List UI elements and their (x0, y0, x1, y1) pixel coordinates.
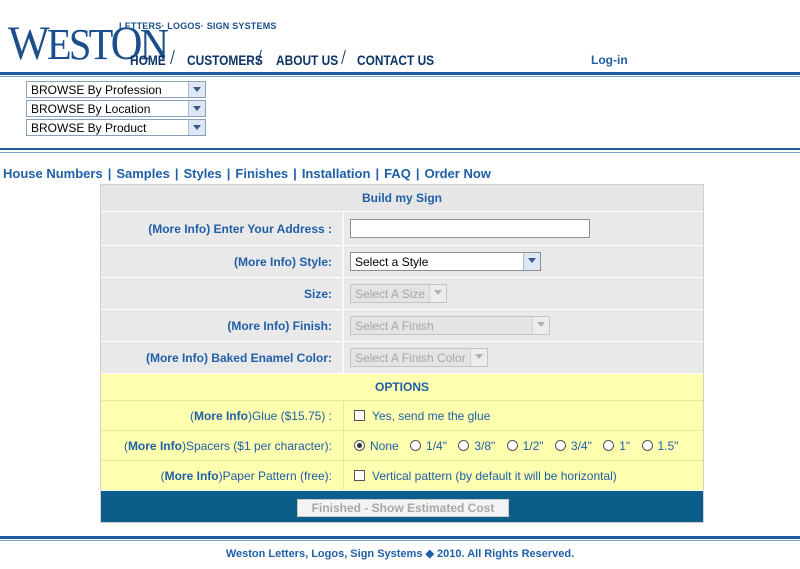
login-link[interactable]: Log-in (591, 53, 628, 67)
radio-icon (641, 440, 653, 451)
radio-icon (410, 440, 422, 451)
footer-rule-thin (0, 540, 800, 541)
form-action-bar: Finished - Show Estimated Cost (101, 491, 703, 522)
pattern-more-info-link[interactable]: More Info (165, 469, 219, 483)
glue-checkbox[interactable] (354, 410, 365, 421)
link-house-numbers[interactable]: House Numbers (3, 166, 103, 181)
header-rule-thin (0, 76, 800, 77)
chevron-down-icon (470, 349, 487, 366)
show-estimated-cost-button[interactable]: Finished - Show Estimated Cost (297, 499, 509, 517)
build-sign-form: Build my Sign (More Info) Enter Your Add… (100, 184, 704, 523)
nav-about-us[interactable]: ABOUT US (276, 52, 338, 68)
glue-label: (More Info) Glue ($15.75) : (189, 408, 332, 423)
form-title: Build my Sign (361, 191, 442, 205)
nav-separator (341, 50, 346, 64)
radio-selected-icon (354, 440, 365, 451)
browse-product-select[interactable]: BROWSE By Product (26, 119, 206, 136)
size-row: Size: Select A Size (101, 278, 703, 310)
style-row: (More Info) Style: Select a Style (101, 246, 703, 278)
link-finishes[interactable]: Finishes (235, 166, 288, 181)
spacer-option-one-and-half[interactable]: 1.5" (641, 439, 678, 453)
spacer-option-quarter[interactable]: 1/4" (410, 439, 447, 453)
spacers-label: (More Info) Spacers ($1 per character): (123, 438, 332, 453)
link-order-now[interactable]: Order Now (424, 166, 490, 181)
footer-rule (0, 536, 800, 539)
size-select[interactable]: Select A Size (350, 284, 447, 303)
nav-home[interactable]: HOME (130, 52, 166, 68)
options-title-row: OPTIONS (101, 374, 703, 401)
nav-separator (170, 50, 175, 64)
address-row: (More Info) Enter Your Address : (101, 212, 703, 246)
glue-row: (More Info) Glue ($15.75) : Yes, send me… (101, 401, 703, 431)
chevron-down-icon (188, 120, 205, 135)
pattern-checkbox[interactable] (354, 470, 365, 481)
product-links: House Numbers | Samples | Styles | Finishes | In… (3, 166, 491, 181)
spacers-more-info-link[interactable]: More Info (128, 439, 182, 453)
glue-more-info-link[interactable]: More Info (194, 409, 248, 423)
style-select[interactable]: Select a Style (350, 252, 541, 271)
nav-customers[interactable]: CUSTOMERS (187, 52, 263, 68)
radio-icon (506, 440, 518, 451)
radio-icon (458, 440, 470, 451)
link-styles[interactable]: Styles (183, 166, 221, 181)
address-input[interactable] (350, 219, 590, 238)
spacer-option-three-quarters[interactable]: 3/4" (554, 439, 592, 453)
chevron-down-icon (188, 82, 205, 97)
finish-label[interactable]: (More Info) Finish: (101, 310, 342, 341)
radio-icon (554, 440, 566, 451)
link-faq[interactable]: FAQ (384, 166, 411, 181)
address-label[interactable]: (More Info) Enter Your Address : (101, 212, 342, 245)
radio-icon (603, 440, 615, 451)
spacer-option-one-inch[interactable]: 1" (603, 439, 630, 453)
header-rule (0, 72, 800, 75)
options-title: OPTIONS (374, 380, 429, 394)
finish-row: (More Info) Finish: Select A Finish (101, 310, 703, 342)
color-row: (More Info) Baked Enamel Color: Select A… (101, 342, 703, 374)
chevron-down-icon (429, 285, 446, 302)
spacer-radio-group: None 1/4" 3/8" 1/2" 3/4" 1" 1.5" (354, 439, 686, 453)
nav-contact-us[interactable]: CONTACT US (357, 52, 434, 68)
form-title-row: Build my Sign (101, 185, 703, 212)
size-label: Size: (101, 278, 342, 309)
tagline: LETTERS· LOGOS· SIGN SYSTEMS (119, 21, 277, 31)
section-rule-thin (0, 152, 800, 153)
color-select[interactable]: Select A Finish Color (350, 348, 488, 367)
spacer-option-none[interactable]: None (354, 439, 399, 453)
pattern-row: (More Info) Paper Pattern (free): Vertic… (101, 461, 703, 491)
link-installation[interactable]: Installation (302, 166, 371, 181)
spacer-option-three-eighths[interactable]: 3/8" (458, 439, 495, 453)
glue-option-label: Yes, send me the glue (372, 409, 491, 423)
pattern-label: (More Info) Paper Pattern (free): (160, 468, 332, 483)
pattern-option-label: Vertical pattern (by default it will be … (372, 469, 617, 483)
chevron-down-icon (532, 317, 549, 334)
spacer-option-half[interactable]: 1/2" (506, 439, 544, 453)
finish-select[interactable]: Select A Finish (350, 316, 550, 335)
color-label[interactable]: (More Info) Baked Enamel Color: (101, 342, 342, 373)
chevron-down-icon (188, 101, 205, 116)
copyright-text: Weston Letters, Logos, Sign Systems ◆ 20… (225, 548, 575, 560)
browse-location-select[interactable]: BROWSE By Location (26, 100, 206, 117)
spacers-row: (More Info) Spacers ($1 per character): … (101, 431, 703, 461)
chevron-down-icon (523, 253, 540, 270)
section-rule (0, 148, 800, 150)
style-label[interactable]: (More Info) Style: (101, 246, 342, 277)
link-samples[interactable]: Samples (116, 166, 169, 181)
browse-profession-select[interactable]: BROWSE By Profession (26, 81, 206, 98)
